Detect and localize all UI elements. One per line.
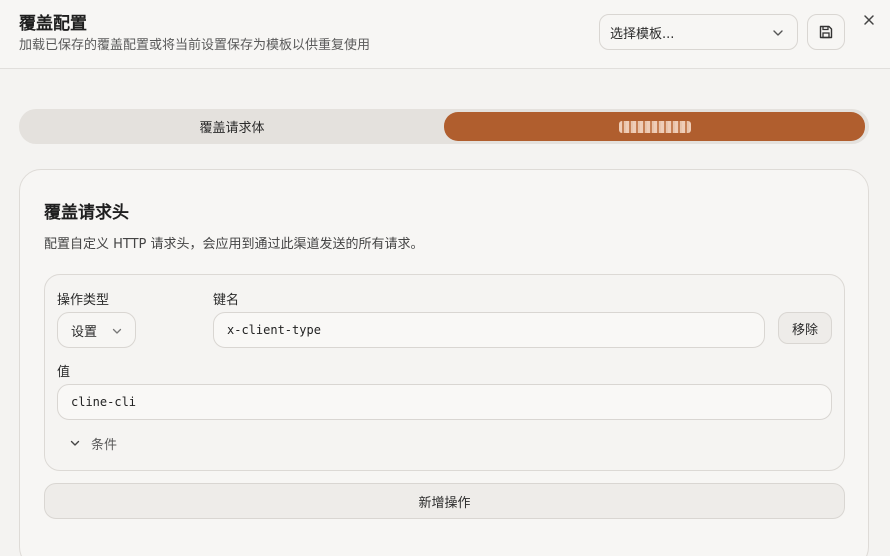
dialog-header: 覆盖配置 加载已保存的覆盖配置或将当前设置保存为模板以供重复使用 选择模板... — [0, 0, 890, 69]
tab-request-headers-label — [618, 120, 691, 133]
value-input[interactable]: cline-cli — [57, 384, 832, 420]
remove-operation-button[interactable]: 移除 — [778, 312, 832, 344]
close-button[interactable] — [860, 11, 878, 29]
dialog-title: 覆盖配置 — [19, 14, 87, 34]
section-title: 覆盖请求头 — [44, 203, 129, 223]
key-name-input[interactable]: x-client-type — [213, 312, 765, 348]
value-label: 值 — [57, 365, 71, 380]
override-tabs: 覆盖请求体 — [19, 109, 869, 144]
request-headers-card: 覆盖请求头 配置自定义 HTTP 请求头，会应用到通过此渠道发送的所有请求。 操… — [19, 169, 869, 556]
template-select-value: 选择模板... — [610, 26, 675, 42]
operation-type-select[interactable]: 设置 — [57, 312, 136, 348]
section-description: 配置自定义 HTTP 请求头，会应用到通过此渠道发送的所有请求。 — [44, 237, 424, 252]
template-select[interactable]: 选择模板... — [599, 14, 798, 50]
conditions-label: 条件 — [91, 437, 118, 453]
operation-type-label: 操作类型 — [57, 293, 110, 308]
header-operation: 操作类型 键名 设置 x-client-type 移除 值 cline-cli … — [44, 274, 845, 471]
chevron-down-icon — [773, 30, 783, 36]
conditions-toggle[interactable]: 条件 — [69, 433, 117, 453]
save-template-button[interactable] — [807, 14, 845, 50]
value-text: cline-cli — [71, 395, 137, 409]
key-name-label: 键名 — [213, 293, 240, 308]
operation-type-value: 设置 — [71, 324, 98, 340]
save-icon — [819, 25, 833, 39]
chevron-down-icon — [70, 440, 80, 446]
add-operation-button[interactable]: 新增操作 — [44, 483, 845, 519]
close-icon — [864, 15, 874, 25]
chevron-down-icon — [112, 328, 122, 334]
tab-request-body[interactable]: 覆盖请求体 — [22, 112, 442, 141]
key-name-value: x-client-type — [227, 323, 321, 337]
tab-request-headers[interactable] — [444, 112, 865, 141]
dialog-subtitle: 加载已保存的覆盖配置或将当前设置保存为模板以供重复使用 — [19, 38, 371, 53]
